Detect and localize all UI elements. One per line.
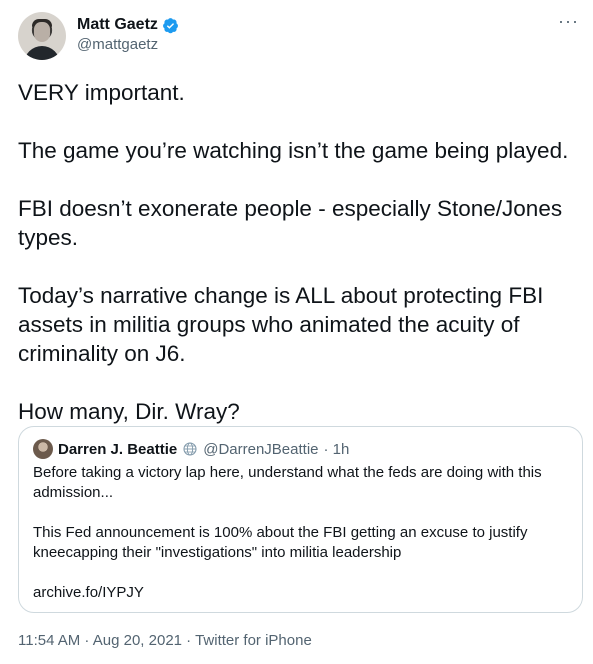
- author-info: Matt Gaetz @mattgaetz: [77, 16, 179, 53]
- author-handle[interactable]: @mattgaetz: [77, 36, 179, 53]
- quoted-tweet[interactable]: Darren J. Beattie @DarrenJBeattie · 1h B…: [18, 426, 583, 613]
- author-name-row: Matt Gaetz: [77, 16, 179, 34]
- globe-icon: [183, 442, 197, 456]
- quoted-tweet-text: Before taking a victory lap here, unders…: [33, 463, 568, 603]
- tweet-paragraph: Today’s narrative change is ALL about pr…: [18, 283, 544, 366]
- quoted-paragraph: Before taking a victory lap here, unders…: [33, 464, 542, 501]
- tweet-paragraph: How many, Dir. Wray?: [18, 399, 240, 424]
- quoted-author-name: Darren J. Beattie: [58, 440, 178, 458]
- quoted-tweet-header: Darren J. Beattie @DarrenJBeattie · 1h: [33, 439, 568, 459]
- tweet-paragraph: VERY important.: [18, 80, 185, 105]
- author-name[interactable]: Matt Gaetz: [77, 16, 158, 34]
- avatar-shoulders: [24, 46, 60, 60]
- tweet-timestamp[interactable]: 11:54 AM · Aug 20, 2021 · Twitter for iP…: [18, 632, 312, 649]
- quoted-author-handle: @DarrenJBeattie: [203, 440, 319, 458]
- tweet-card: Matt Gaetz @mattgaetz ··· VERY important…: [0, 0, 593, 664]
- tweet-text: VERY important. The game you’re watching…: [18, 78, 579, 426]
- tweet-header: Matt Gaetz @mattgaetz ···: [18, 12, 579, 66]
- quoted-tweet-time: · 1h: [323, 440, 350, 458]
- tweet-paragraph: The game you’re watching isn’t the game …: [18, 138, 569, 163]
- more-options-icon[interactable]: ···: [558, 12, 579, 30]
- quoted-author-avatar: [33, 439, 53, 459]
- quoted-link[interactable]: archive.fo/IYPJY: [33, 583, 568, 603]
- quoted-paragraph: This Fed announcement is 100% about the …: [33, 524, 528, 561]
- tweet-paragraph: FBI doesn’t exonerate people - especiall…: [18, 196, 563, 250]
- verified-badge-icon: [162, 17, 178, 33]
- avatar-face: [34, 22, 50, 42]
- author-avatar[interactable]: [18, 12, 66, 60]
